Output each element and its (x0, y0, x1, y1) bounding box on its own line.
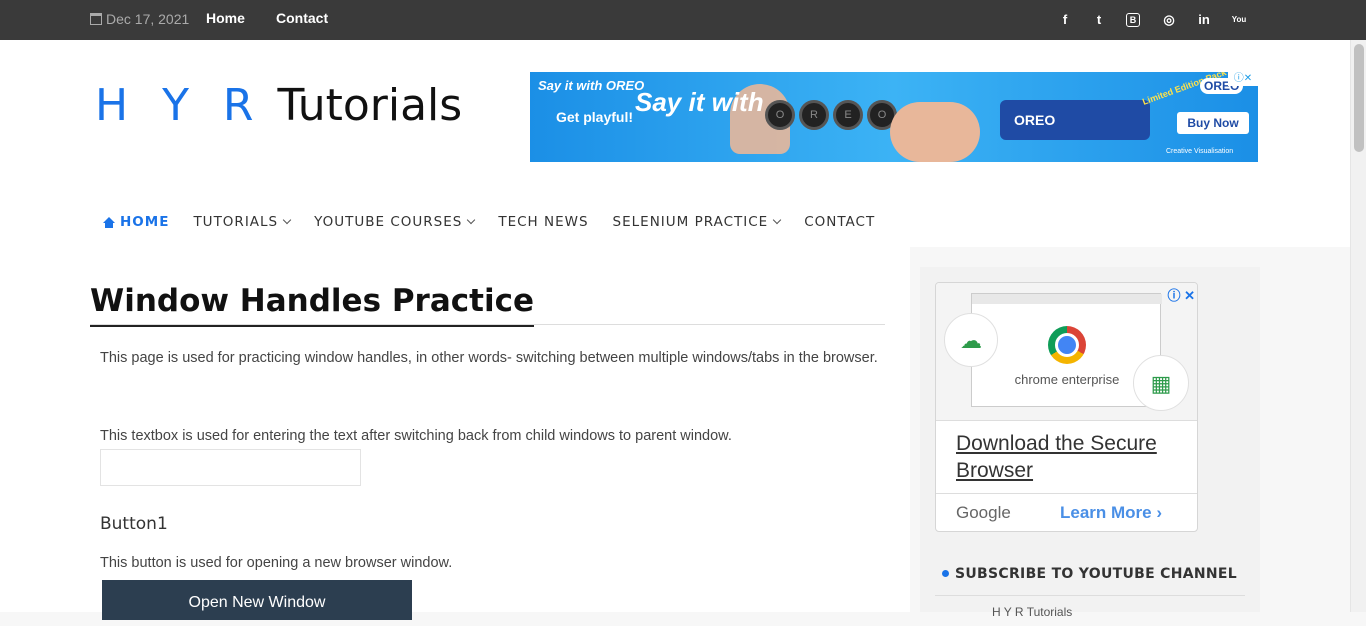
chevron-down-icon (467, 215, 476, 225)
scrollbar-thumb[interactable] (1354, 44, 1364, 152)
chevron-down-icon (282, 215, 292, 225)
oreo-pack: OREO (1000, 100, 1150, 140)
logo-tutorials: Tutorials (263, 80, 463, 131)
ad-advertiser: Google (956, 503, 1011, 522)
button1-description: This button is used for opening a new br… (100, 555, 453, 571)
building-icon: ▦ (1133, 355, 1189, 411)
youtube-icon[interactable]: You (1231, 12, 1247, 28)
ad-headline-link[interactable]: Download the Secure Browser (956, 430, 1186, 484)
home-icon (102, 216, 115, 228)
nav-contact[interactable]: CONTACT (804, 214, 875, 230)
ad-headline: Say it with (635, 87, 764, 117)
cloud-download-icon: ☁ (944, 313, 998, 367)
sidebar: chrome enterprise ☁ ▦ ⓘ ✕ Download the S… (920, 267, 1260, 619)
ad-footer: Google Learn More › (936, 493, 1197, 531)
facebook-icon[interactable]: f (1057, 12, 1073, 28)
subscribe-heading: SUBSCRIBE TO YOUTUBE CHANNEL (942, 566, 1237, 582)
browser-window-illustration: chrome enterprise (971, 293, 1162, 407)
ad-image: chrome enterprise ☁ ▦ ⓘ ✕ (936, 283, 1197, 421)
oreo-cookies: O R E O (765, 100, 897, 130)
twitter-icon[interactable]: t (1091, 12, 1107, 28)
adchoices-icon[interactable]: ⓘ✕ (1228, 72, 1258, 86)
nav-youtube-courses-label: YOUTUBE COURSES (314, 214, 463, 230)
adchoices-icon[interactable]: ⓘ ✕ (1167, 285, 1195, 304)
current-date: Dec 17, 2021 (90, 11, 189, 27)
nav-contact-label: CONTACT (804, 214, 876, 230)
site-header: H Y R Tutorials Say it with OREO Get pla… (0, 40, 1350, 247)
buy-now-button[interactable]: Buy Now (1177, 112, 1249, 134)
top-link-home[interactable]: Home (206, 10, 245, 26)
nav-home-label: HOME (120, 214, 170, 230)
cookie-r: R (799, 100, 829, 130)
main-content: Window Handles Practice This page is use… (0, 247, 910, 620)
title-divider (90, 324, 885, 325)
subscribe-divider (935, 595, 1245, 596)
name-textbox[interactable] (100, 449, 361, 486)
subscribe-heading-text: SUBSCRIBE TO YOUTUBE CHANNEL (955, 566, 1237, 582)
calendar-icon (90, 13, 102, 25)
chevron-down-icon (772, 215, 782, 225)
chrome-logo-icon (1048, 326, 1086, 364)
nav-tutorials-label: TUTORIALS (193, 214, 279, 230)
nav-selenium-practice-label: SELENIUM PRACTICE (612, 214, 769, 230)
nav-tech-news-label: TECH NEWS (498, 214, 589, 230)
site-logo[interactable]: H Y R Tutorials (95, 80, 462, 131)
browser-tabs-illustration (972, 294, 1162, 304)
bullet-icon (942, 570, 949, 577)
banner-ad[interactable]: Say it with OREO Get playful! Say it wit… (530, 72, 1258, 162)
nav-youtube-courses[interactable]: YOUTUBE COURSES (314, 214, 476, 230)
ad-say-it-with: Say it with OREO (538, 78, 645, 93)
blogger-icon[interactable]: B (1126, 13, 1140, 27)
top-bar: Dec 17, 2021 Home Contact f t B ◎ in You (0, 0, 1366, 40)
top-link-contact[interactable]: Contact (276, 10, 328, 26)
learn-more-link[interactable]: Learn More › (1060, 503, 1162, 523)
cookie-o1: O (765, 100, 795, 130)
sidebar-ad[interactable]: chrome enterprise ☁ ▦ ⓘ ✕ Download the S… (935, 282, 1198, 532)
logo-hyr: H Y R (95, 80, 264, 131)
linkedin-icon[interactable]: in (1196, 12, 1212, 28)
intro-text: This page is used for practicing window … (100, 350, 878, 366)
open-new-window-button[interactable]: Open New Window (102, 580, 412, 620)
button1-heading: Button1 (100, 514, 168, 534)
textbox-description: This textbox is used for entering the te… (100, 428, 732, 444)
nav-tech-news[interactable]: TECH NEWS (498, 214, 588, 230)
page-title: Window Handles Practice (90, 283, 534, 327)
instagram-icon[interactable]: ◎ (1161, 12, 1177, 28)
ad-get-playful: Get playful! (556, 109, 634, 125)
hand-image-2 (890, 102, 980, 162)
ad-credit: Creative Visualisation (1166, 148, 1234, 155)
page-scrollbar[interactable] (1350, 40, 1366, 612)
channel-name-snippet: H Y R Tutorials (992, 605, 1073, 619)
main-nav: HOME TUTORIALS YOUTUBE COURSES TECH NEWS… (102, 214, 899, 230)
nav-tutorials[interactable]: TUTORIALS (193, 214, 292, 230)
cookie-e: E (833, 100, 863, 130)
date-text: Dec 17, 2021 (106, 11, 190, 27)
nav-home[interactable]: HOME (102, 214, 169, 230)
nav-selenium-practice[interactable]: SELENIUM PRACTICE (612, 214, 782, 230)
